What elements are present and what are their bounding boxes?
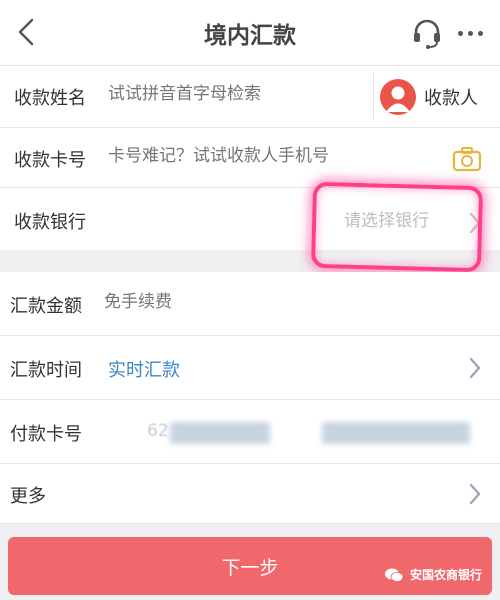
transfer-time-label: 汇款时间 <box>10 360 82 381</box>
top-nav-bar: 境内汇款 <box>0 0 500 66</box>
chevron-right-icon <box>469 357 481 379</box>
transfer-time-row[interactable]: 汇款时间 实时汇款 <box>0 336 500 400</box>
amount-row: 汇款金额 <box>0 272 500 336</box>
pay-card-number: 62 <box>147 421 169 441</box>
watermark: 安国农商银行 <box>384 566 482 583</box>
amount-input[interactable] <box>104 292 404 312</box>
card-number-input[interactable] <box>108 146 438 166</box>
wechat-icon <box>385 568 404 582</box>
payee-button-label: 收款人 <box>424 88 478 109</box>
card-number-row: 收款卡号 <box>0 128 500 188</box>
amount-label: 汇款金额 <box>10 296 82 317</box>
payee-list-button[interactable]: 收款人 <box>380 74 495 120</box>
card-number-label: 收款卡号 <box>14 150 86 171</box>
more-dots-icon <box>457 30 483 36</box>
bank-label: 收款银行 <box>14 212 86 233</box>
payee-name-label: 收款姓名 <box>14 88 86 109</box>
transfer-time-value: 实时汇款 <box>108 360 180 381</box>
more-label: 更多 <box>10 486 46 507</box>
pay-card-label: 付款卡号 <box>10 424 82 445</box>
more-menu-button[interactable] <box>452 16 488 50</box>
bank-select[interactable]: 请选择银行 <box>344 206 429 231</box>
customer-service-button[interactable] <box>410 16 444 50</box>
payee-name-row: 收款姓名 收款人 <box>0 66 500 128</box>
row-divider <box>373 72 374 122</box>
user-icon <box>386 86 410 112</box>
headset-icon <box>414 19 440 49</box>
avatar <box>380 79 416 115</box>
masked-account-blur <box>170 422 270 444</box>
masked-account-blur <box>322 422 470 444</box>
watermark-text: 安国农商银行 <box>410 568 483 582</box>
chevron-right-icon <box>469 212 481 234</box>
chevron-right-icon <box>469 483 481 505</box>
payee-name-input[interactable] <box>108 84 366 104</box>
more-row[interactable]: 更多 <box>0 464 500 524</box>
camera-icon <box>452 147 482 172</box>
scan-card-button[interactable] <box>452 146 482 172</box>
